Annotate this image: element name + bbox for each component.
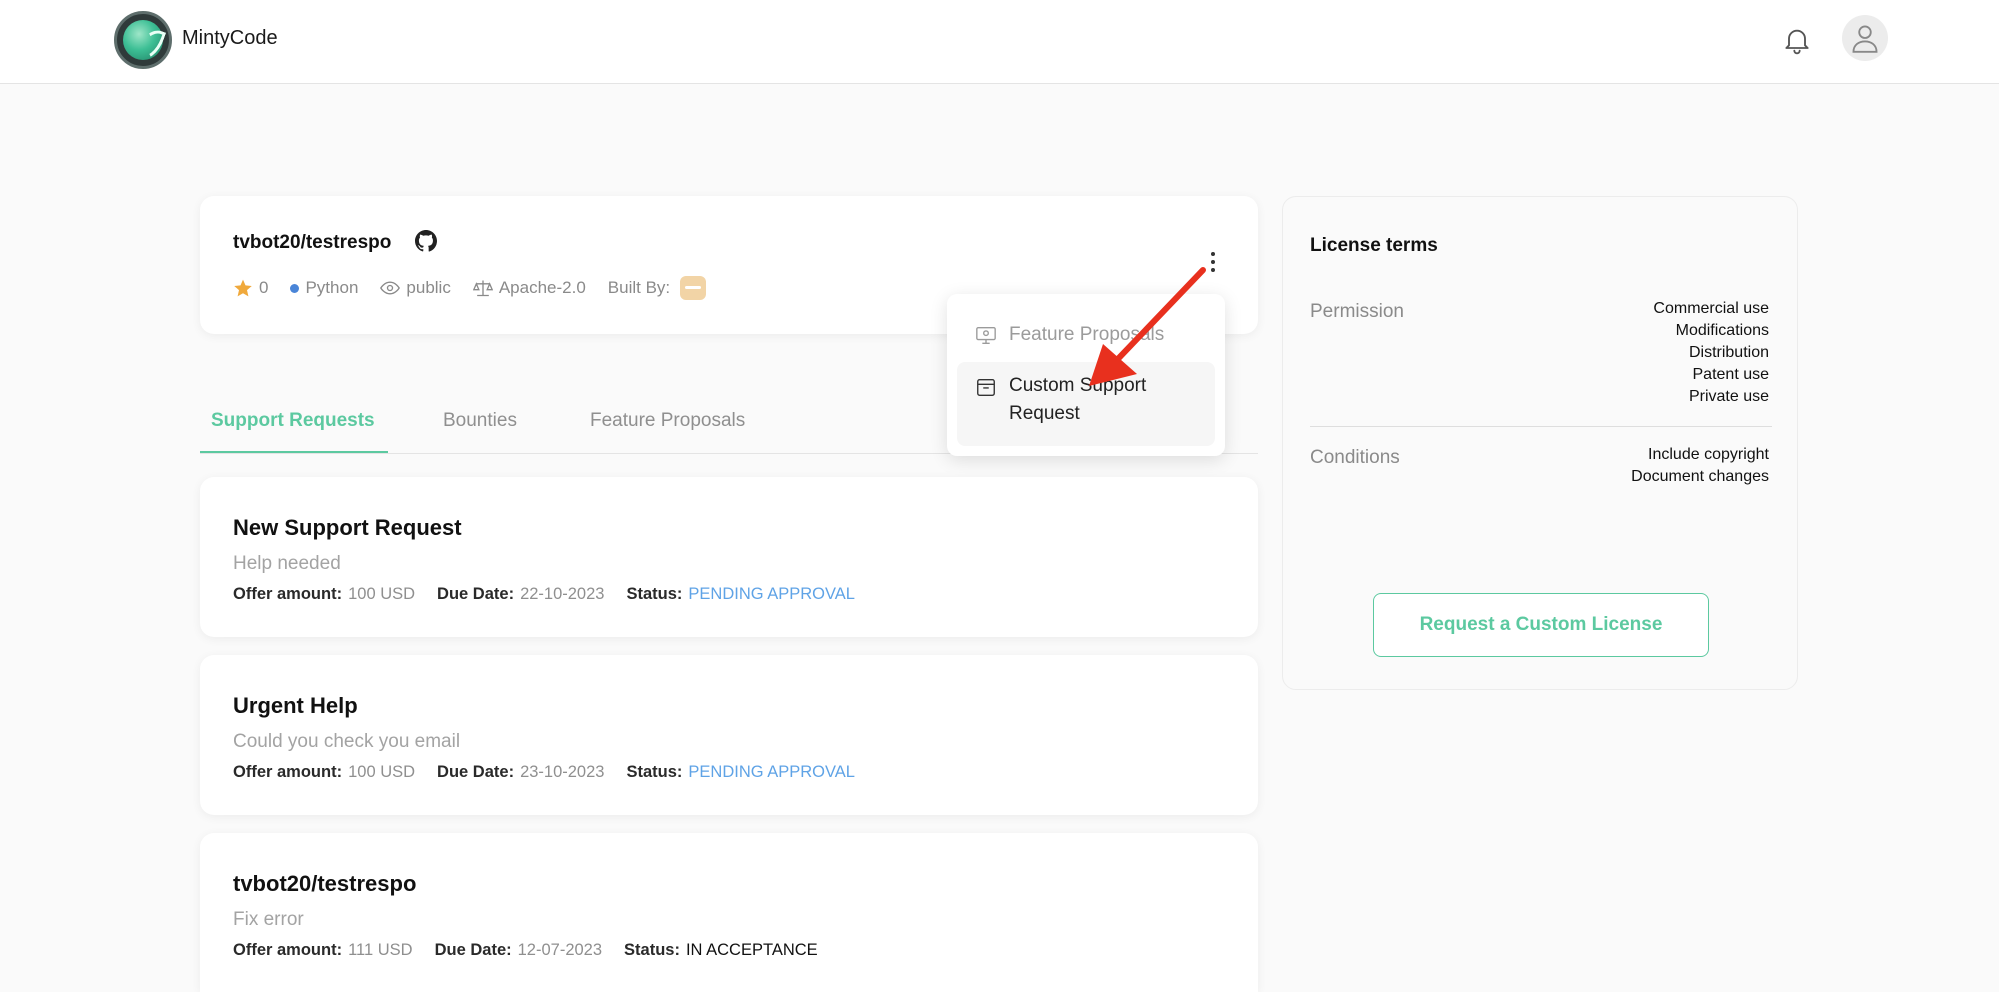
status-label: Status:	[624, 941, 680, 959]
list-item[interactable]: New Support Request Help needed Offer am…	[200, 477, 1258, 637]
request-meta: Offer amount: 111 USD Due Date: 12-07-20…	[233, 941, 818, 960]
due-date-label: Due Date:	[437, 763, 515, 781]
github-icon[interactable]	[415, 230, 438, 257]
avatar[interactable]	[1842, 15, 1888, 61]
mintycode-logo[interactable]	[114, 11, 172, 69]
condition-item: Document changes	[1631, 468, 1769, 485]
offer-amount-value: 100 USD	[348, 585, 416, 603]
built-by: Built By:	[607, 276, 707, 300]
bell-icon[interactable]	[1781, 24, 1813, 56]
language-dot-icon	[290, 283, 300, 293]
eye-icon	[380, 281, 401, 295]
permission-item: Private use	[1688, 388, 1769, 405]
annotation-arrow-icon	[1089, 267, 1206, 386]
license-info: Apache-2.0	[472, 278, 586, 298]
permission-item: Distribution	[1688, 344, 1769, 361]
offer-amount-label: Offer amount:	[233, 941, 343, 959]
star-icon	[234, 279, 252, 297]
license-terms-panel: License terms Permission Commercial use …	[1282, 196, 1798, 690]
tab-feature-proposals[interactable]: Feature Proposals	[590, 410, 745, 432]
due-date-label: Due Date:	[437, 585, 515, 603]
divider	[1310, 426, 1772, 427]
presentation-icon	[976, 326, 996, 344]
calendar-icon	[977, 378, 995, 396]
due-date-label: Due Date:	[434, 941, 512, 959]
permission-item: Patent use	[1692, 366, 1770, 383]
conditions-list: Include copyright Document changes	[1631, 444, 1769, 488]
request-custom-license-button[interactable]: Request a Custom License	[1373, 593, 1709, 657]
status-badge: PENDING APPROVAL	[688, 585, 855, 603]
repo-name[interactable]: tvbot20/testrespo	[233, 232, 391, 254]
offer-amount-value: 100 USD	[348, 763, 416, 781]
offer-amount-value: 111 USD	[348, 941, 413, 959]
request-meta: Offer amount: 100 USD Due Date: 22-10-20…	[233, 585, 855, 604]
status-badge: PENDING APPROVAL	[688, 763, 855, 781]
list-item[interactable]: tvbot20/testrespo Fix error Offer amount…	[200, 833, 1258, 992]
due-date-value: 23-10-2023	[520, 763, 605, 781]
built-by-label: Built By:	[607, 278, 671, 297]
tab-support-requests[interactable]: Support Requests	[211, 410, 375, 432]
top-bar: MintyCode	[0, 0, 1999, 84]
brand-name[interactable]: MintyCode	[182, 27, 278, 50]
permission-item: Commercial use	[1653, 300, 1769, 317]
status-label: Status:	[626, 585, 683, 603]
request-description: Could you check you email	[233, 731, 461, 752]
due-date-value: 22-10-2023	[520, 585, 605, 603]
status-label: Status:	[626, 763, 683, 781]
status-badge: IN ACCEPTANCE	[685, 941, 818, 959]
license-label: Apache-2.0	[498, 278, 586, 297]
scale-icon	[472, 280, 493, 297]
request-title: Urgent Help	[233, 693, 358, 718]
language-label: Python	[305, 278, 359, 297]
license-terms-title: License terms	[1310, 235, 1438, 256]
request-title: New Support Request	[233, 515, 462, 540]
visibility-label: public	[406, 278, 451, 297]
repo-meta: 0 Python public Apache-2.0 Built By:	[233, 276, 728, 300]
request-description: Help needed	[233, 553, 341, 574]
star-count: 0	[259, 278, 269, 297]
language: Python	[290, 278, 358, 298]
request-description: Fix error	[233, 909, 304, 930]
permission-label: Permission	[1310, 301, 1404, 322]
offer-amount-label: Offer amount:	[233, 585, 343, 603]
visibility: public	[380, 278, 451, 298]
permission-list: Commercial use Modifications Distributio…	[1653, 298, 1769, 408]
permission-item: Modifications	[1675, 322, 1769, 339]
request-meta: Offer amount: 100 USD Due Date: 23-10-20…	[233, 763, 855, 782]
active-tab-indicator	[200, 451, 388, 453]
builder-avatar-icon[interactable]	[680, 276, 707, 300]
condition-item: Include copyright	[1648, 446, 1769, 463]
conditions-label: Conditions	[1310, 447, 1400, 468]
stars: 0	[233, 278, 268, 298]
request-title: tvbot20/testrespo	[233, 871, 417, 896]
list-item[interactable]: Urgent Help Could you check you email Of…	[200, 655, 1258, 815]
offer-amount-label: Offer amount:	[233, 763, 343, 781]
due-date-value: 12-07-2023	[517, 941, 603, 959]
tab-bounties[interactable]: Bounties	[443, 410, 517, 432]
